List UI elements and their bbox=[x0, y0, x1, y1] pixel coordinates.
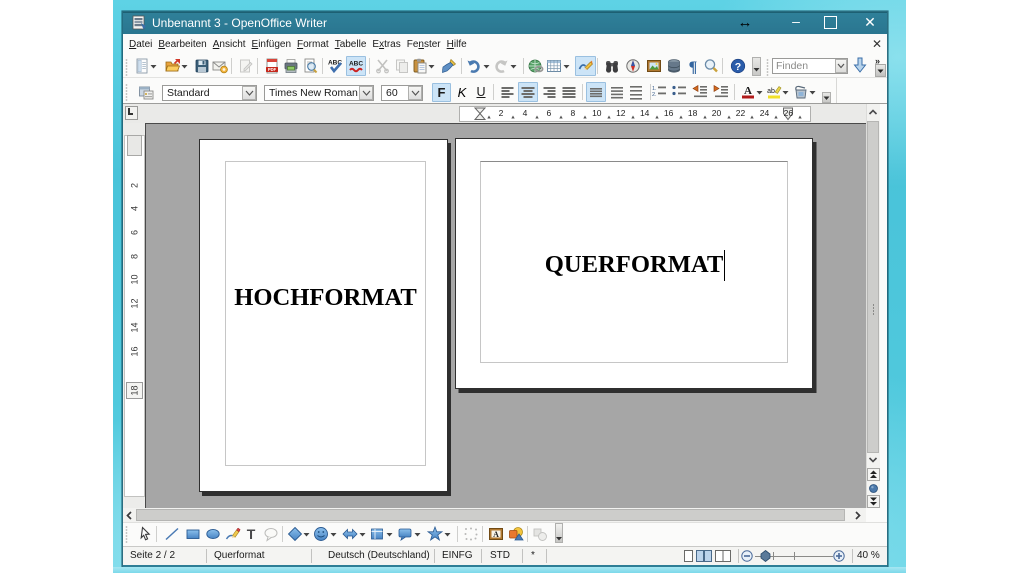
svg-text:ABC: ABC bbox=[349, 61, 363, 68]
svg-text:A: A bbox=[493, 530, 499, 539]
svg-text:?: ? bbox=[735, 61, 741, 73]
svg-text:PDF: PDF bbox=[268, 67, 277, 72]
svg-text:¶: ¶ bbox=[689, 59, 698, 74]
svg-text:2.: 2. bbox=[652, 92, 657, 98]
svg-text:A: A bbox=[744, 85, 752, 97]
svg-text:ab: ab bbox=[767, 88, 775, 95]
